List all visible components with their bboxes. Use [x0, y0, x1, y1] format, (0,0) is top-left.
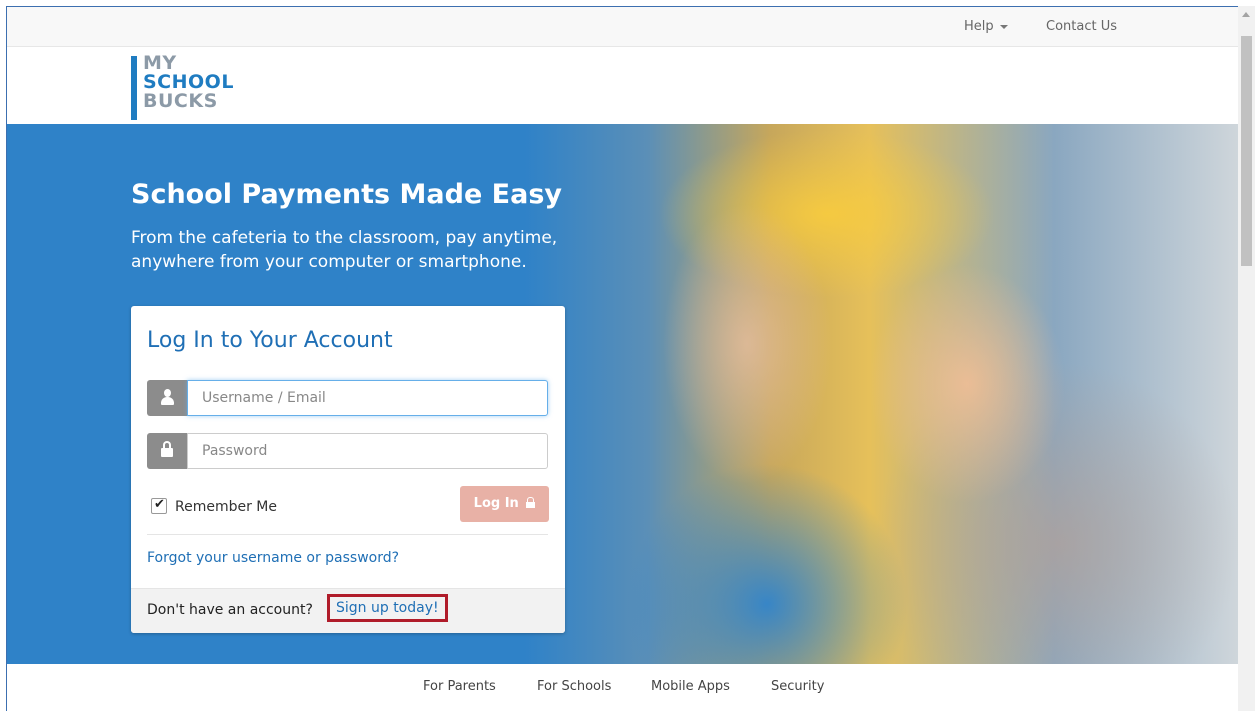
scroll-up-arrow-icon[interactable] — [1242, 12, 1250, 17]
panel-divider — [147, 534, 548, 535]
scrollbar-thumb[interactable] — [1241, 36, 1252, 266]
login-title: Log In to Your Account — [147, 328, 393, 353]
vertical-scrollbar[interactable] — [1238, 6, 1255, 711]
signup-footer: Don't have an account? Sign up today! — [131, 588, 565, 633]
chevron-down-icon — [999, 24, 1008, 29]
myschoolbucks-logo[interactable]: MY SCHOOL BUCKS — [131, 54, 271, 120]
help-label: Help — [964, 19, 994, 34]
nav-mobile-apps[interactable]: Mobile Apps — [651, 679, 730, 694]
bottom-nav: For Parents For Schools Mobile Apps Secu… — [7, 664, 1238, 711]
login-panel: Log In to Your Account Remember Me Log I… — [131, 306, 565, 633]
logo-bar — [131, 56, 137, 120]
remember-me-label: Remember Me — [175, 499, 277, 515]
contact-us-link[interactable]: Contact Us — [1046, 19, 1117, 34]
logo-line-3: BUCKS — [143, 90, 218, 112]
remember-me[interactable]: Remember Me — [151, 497, 277, 515]
nav-for-schools[interactable]: For Schools — [537, 679, 611, 694]
lock-icon-addon — [147, 433, 187, 469]
hero-subtext: From the cafeteria to the classroom, pay… — [131, 228, 558, 272]
username-field-group — [147, 380, 548, 416]
hero-headline: School Payments Made Easy — [131, 179, 562, 210]
no-account-text: Don't have an account? — [147, 602, 313, 618]
user-icon-addon — [147, 380, 187, 416]
hero-banner: School Payments Made Easy From the cafet… — [7, 124, 1238, 664]
password-field-group — [147, 433, 548, 469]
help-dropdown[interactable]: Help — [964, 19, 1008, 34]
top-utility-bar: Help Contact Us — [7, 7, 1238, 47]
logo-wordmark: MY SCHOOL BUCKS — [143, 54, 234, 111]
nav-for-parents[interactable]: For Parents — [423, 679, 496, 694]
signup-link[interactable]: Sign up today! — [327, 594, 448, 622]
password-input[interactable] — [187, 433, 548, 469]
browser-viewport: Help Contact Us MY SCHOOL BUCKS School P… — [6, 6, 1238, 711]
remember-me-checkbox[interactable] — [151, 497, 167, 514]
user-icon — [161, 389, 174, 406]
username-input[interactable] — [187, 380, 548, 416]
login-button-label: Log In — [473, 496, 519, 511]
lock-icon — [526, 497, 536, 508]
nav-security[interactable]: Security — [771, 679, 824, 694]
forgot-credentials-link[interactable]: Forgot your username or password? — [147, 550, 399, 566]
lock-icon — [161, 441, 173, 457]
login-button[interactable]: Log In — [460, 486, 549, 522]
